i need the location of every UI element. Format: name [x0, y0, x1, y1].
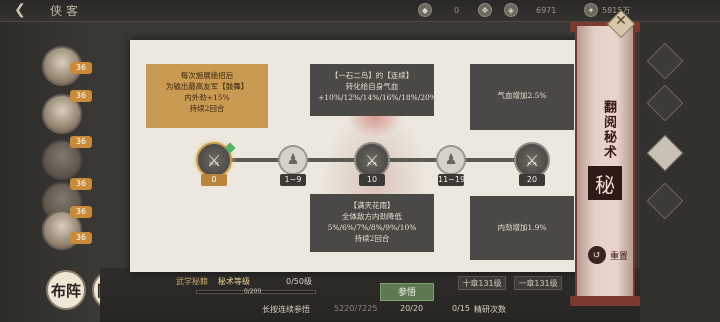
exp-value: 5220/7225 — [334, 304, 378, 313]
reset-button[interactable]: ↺ 重置 — [588, 246, 628, 264]
node-label: 10 — [359, 174, 385, 186]
card-line: 内外劲+15% — [184, 93, 230, 102]
meditation-node-icon[interactable]: ♟ — [278, 145, 308, 175]
reset-icon[interactable]: ↺ — [588, 246, 606, 264]
secret-seal-icon: 秘 — [588, 166, 622, 200]
node-label: 0 — [201, 174, 227, 186]
card-line: 持续2回合 — [354, 234, 390, 243]
card-line: 5%/6%/7%/8%/9%/10% — [327, 223, 417, 232]
ten-chapter-button[interactable]: 十章131级 — [458, 276, 506, 290]
study-button[interactable]: 参悟 — [380, 283, 434, 301]
gem-icon: ◈ — [504, 3, 518, 17]
card-line: +10%/12%/14%/16%/18%/20% — [318, 93, 437, 102]
scroll-title: 翻阅秘术 — [601, 100, 616, 160]
card-line: 全体敌方内劲降低 — [342, 212, 402, 221]
reset-label[interactable]: 重置 — [610, 249, 628, 262]
resource-2[interactable]: ❖ — [478, 2, 492, 18]
card-line: 气血增加2.5% — [497, 91, 547, 100]
hero-level: 36 — [70, 206, 92, 218]
skill-card-top-right: 气血增加2.5% — [470, 64, 574, 130]
card-line: 内劲增加1.9% — [497, 223, 547, 232]
silver-icon: ✦ — [584, 3, 598, 17]
skill-card-bottom-mid: 【满天花雨】 全体敌方内劲降低 5%/6%/7%/8%/9%/10% 持续2回合 — [310, 194, 434, 252]
skill-node-crossed-swords-icon[interactable]: ⚔ — [514, 142, 550, 178]
one-chapter-button[interactable]: 一章131级 — [514, 276, 562, 290]
card-line: 为输出最高友军【鼓舞】 — [165, 82, 249, 91]
resource-1-value: 0 — [454, 5, 460, 15]
count-value: 20/20 — [400, 304, 424, 313]
skill-level-value: 0/50级 — [286, 277, 312, 286]
meditation-node-icon[interactable]: ♟ — [436, 145, 466, 175]
hint-text: 长按连续参悟 — [262, 305, 310, 314]
card-line: 持续2回合 — [189, 104, 225, 113]
plus-icon[interactable]: ❖ — [478, 3, 492, 17]
page-title: 侠客 — [50, 4, 83, 18]
hero-level: 36 — [70, 232, 92, 244]
resource-1: ◆ 0 — [418, 2, 459, 18]
sessions-value: 0/15 — [452, 304, 470, 313]
card-line: 转化给自身气血 — [345, 82, 399, 91]
node-label: 20 — [519, 174, 545, 186]
formation-button[interactable]: 布阵 — [46, 270, 86, 310]
node-label: 1~9 — [280, 174, 306, 186]
resource-3: ◈ 6971 — [504, 2, 556, 18]
skill-tree-panel: 每次施展绝招后 为输出最高友军【鼓舞】 内外劲+15% 持续2回合 【一石二鸟】… — [130, 40, 582, 272]
hero-level: 36 — [70, 62, 92, 74]
card-line: 【满天花雨】 — [349, 201, 395, 210]
hero-level: 36 — [70, 136, 92, 148]
node-label: 11~19 — [438, 174, 466, 186]
scroll-bottom-rod — [570, 296, 640, 306]
hero-level: 36 — [70, 90, 92, 102]
resource-3-value: 6971 — [536, 5, 557, 15]
progress-value: 0/200 — [244, 288, 262, 295]
sessions-label: 精研次数 — [474, 305, 506, 314]
card-line: 【一石二鸟】的【连续】 — [330, 71, 414, 80]
hero-level: 36 — [70, 178, 92, 190]
skill-card-top-mid: 【一石二鸟】的【连续】 转化给自身气血 +10%/12%/14%/16%/18%… — [310, 64, 437, 116]
skill-node-crossed-swords-icon[interactable]: ⚔ — [354, 142, 390, 178]
category-label: 武学秘籍 — [176, 277, 208, 286]
skill-card-bottom-right: 内劲增加1.9% — [470, 196, 574, 260]
coin-icon: ◆ — [418, 3, 432, 17]
skill-level-label: 秘术等级 — [218, 277, 250, 286]
card-line: 每次施展绝招后 — [180, 71, 234, 80]
back-icon[interactable]: ❮ — [14, 2, 26, 18]
skill-card-unlocked: 每次施展绝招后 为输出最高友军【鼓舞】 内外劲+15% 持续2回合 — [146, 64, 268, 128]
close-icon[interactable]: ✕ — [613, 13, 629, 33]
